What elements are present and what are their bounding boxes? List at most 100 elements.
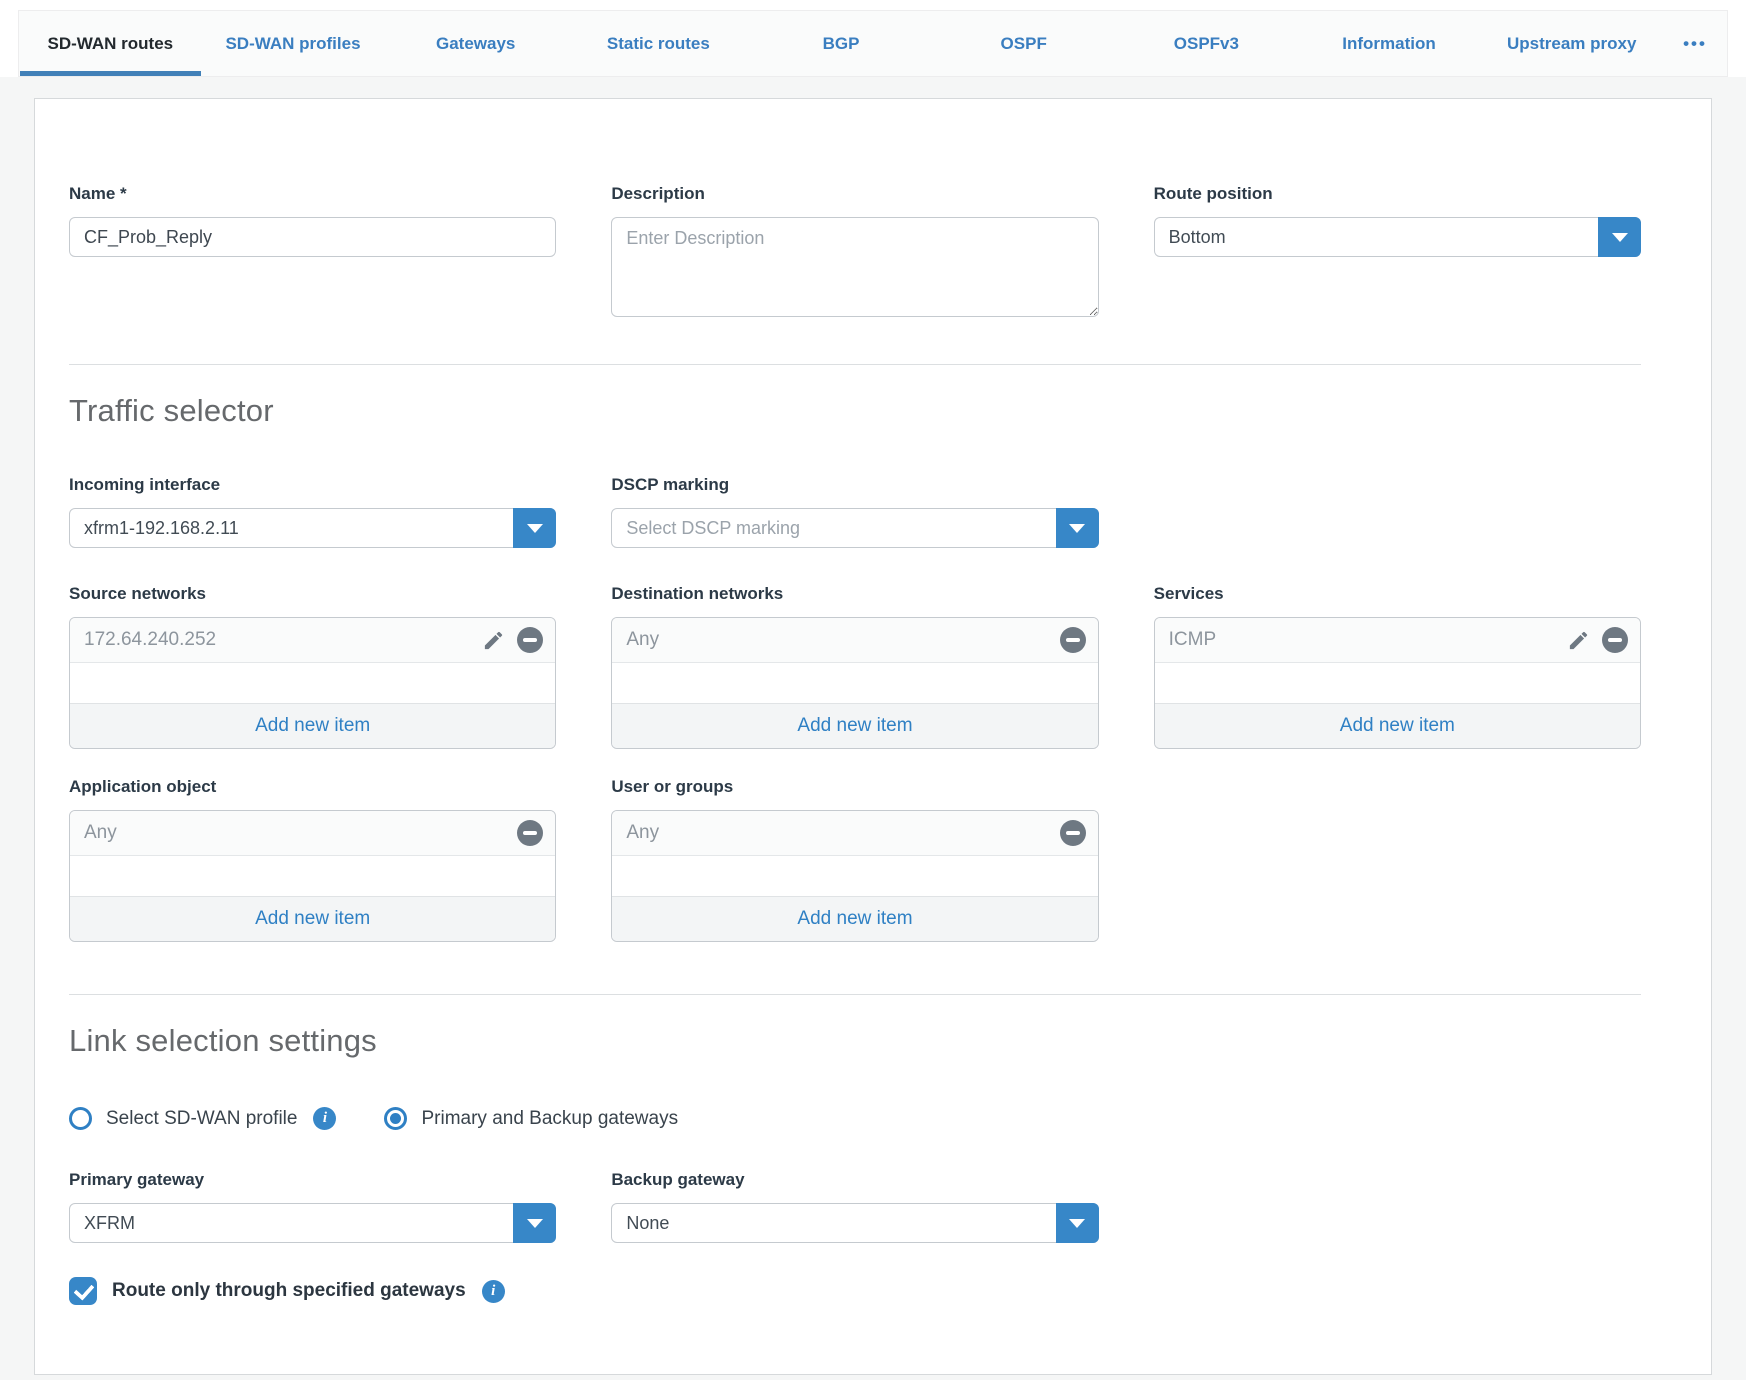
dscp-marking-select[interactable]: Select DSCP marking bbox=[611, 508, 1098, 548]
services-listbox: ICMP Add new item bbox=[1154, 617, 1641, 749]
chevron-down-icon[interactable] bbox=[513, 508, 556, 548]
list-item: ICMP bbox=[1155, 618, 1640, 663]
incoming-interface-select[interactable]: xfrm1-192.168.2.11 bbox=[69, 508, 556, 548]
description-textarea[interactable] bbox=[611, 217, 1098, 317]
user-or-groups-listbox: Any Add new item bbox=[611, 810, 1098, 942]
backup-gateway-value: None bbox=[626, 1213, 669, 1234]
basic-fields-row: Name * Description Route position Bottom bbox=[69, 184, 1641, 317]
radio-option-sdwan-profile[interactable]: Select SD-WAN profile i bbox=[69, 1107, 336, 1130]
tab-sdwan-profiles[interactable]: SD-WAN profiles bbox=[202, 11, 385, 76]
destination-networks-label: Destination networks bbox=[611, 584, 1098, 604]
tab-ospfv3[interactable]: OSPFv3 bbox=[1115, 11, 1298, 76]
section-divider bbox=[69, 994, 1641, 995]
name-input[interactable] bbox=[69, 217, 556, 257]
link-selection-heading: Link selection settings bbox=[69, 1023, 1641, 1059]
minus-circle-icon[interactable] bbox=[1060, 820, 1086, 846]
add-new-item-label: Add new item bbox=[797, 715, 912, 737]
incoming-interface-value: xfrm1-192.168.2.11 bbox=[84, 518, 239, 539]
backup-gateway-label: Backup gateway bbox=[611, 1170, 1098, 1190]
minus-circle-icon[interactable] bbox=[517, 820, 543, 846]
list-item-text: Any bbox=[626, 822, 659, 844]
route-position-field-group: Route position Bottom bbox=[1154, 184, 1641, 257]
tab-ospf[interactable]: OSPF bbox=[932, 11, 1115, 76]
application-object-listbox: Any Add new item bbox=[69, 810, 556, 942]
application-object-field-group: Application object Any Add new item bbox=[69, 777, 556, 942]
route-only-checkbox-row: Route only through specified gateways i bbox=[69, 1277, 1641, 1305]
tab-label: Gateways bbox=[436, 34, 515, 54]
route-position-label: Route position bbox=[1154, 184, 1641, 204]
tab-information[interactable]: Information bbox=[1298, 11, 1481, 76]
source-networks-listbox: 172.64.240.252 Add new item bbox=[69, 617, 556, 749]
services-label: Services bbox=[1154, 584, 1641, 604]
add-new-item-label: Add new item bbox=[1340, 715, 1455, 737]
dscp-marking-field-group: DSCP marking Select DSCP marking bbox=[611, 475, 1098, 548]
add-new-item-button[interactable]: Add new item bbox=[612, 896, 1097, 941]
add-new-item-label: Add new item bbox=[797, 908, 912, 930]
description-label: Description bbox=[611, 184, 1098, 204]
list-item-text: 172.64.240.252 bbox=[84, 629, 216, 651]
triangle-glyph bbox=[527, 524, 543, 533]
list-item: Any bbox=[612, 618, 1097, 663]
checkbox-checked-icon[interactable] bbox=[69, 1277, 97, 1305]
add-new-item-button[interactable]: Add new item bbox=[70, 703, 555, 748]
tab-bar: SD-WAN routes SD-WAN profiles Gateways S… bbox=[18, 10, 1728, 77]
triangle-glyph bbox=[1612, 233, 1628, 242]
radio-option-primary-backup[interactable]: Primary and Backup gateways bbox=[384, 1107, 678, 1130]
add-new-item-button[interactable]: Add new item bbox=[70, 896, 555, 941]
route-position-value: Bottom bbox=[1169, 227, 1226, 248]
name-label: Name * bbox=[69, 184, 556, 204]
services-field-group: Services ICMP Add new item bbox=[1154, 584, 1641, 749]
primary-gateway-field-group: Primary gateway XFRM bbox=[69, 1170, 556, 1243]
radio-button-icon[interactable] bbox=[69, 1107, 92, 1130]
chevron-down-icon[interactable] bbox=[513, 1203, 556, 1243]
application-users-row: Application object Any Add new item User… bbox=[69, 777, 1641, 942]
minus-circle-icon[interactable] bbox=[517, 627, 543, 653]
pencil-icon[interactable] bbox=[1567, 629, 1590, 652]
user-or-groups-label: User or groups bbox=[611, 777, 1098, 797]
interface-row: Incoming interface xfrm1-192.168.2.11 DS… bbox=[69, 475, 1641, 548]
minus-circle-icon[interactable] bbox=[1602, 627, 1628, 653]
tab-label: OSPF bbox=[1001, 34, 1047, 54]
info-icon[interactable]: i bbox=[482, 1280, 505, 1303]
primary-gateway-select[interactable]: XFRM bbox=[69, 1203, 556, 1243]
tab-label: Static routes bbox=[607, 34, 710, 54]
chevron-down-icon[interactable] bbox=[1056, 508, 1099, 548]
tab-label: SD-WAN routes bbox=[48, 34, 174, 54]
dscp-marking-placeholder: Select DSCP marking bbox=[626, 518, 800, 539]
pencil-icon[interactable] bbox=[482, 629, 505, 652]
backup-gateway-field-group: Backup gateway None bbox=[611, 1170, 1098, 1243]
triangle-glyph bbox=[1069, 524, 1085, 533]
minus-circle-icon[interactable] bbox=[1060, 627, 1086, 653]
list-item: 172.64.240.252 bbox=[70, 618, 555, 663]
tab-label: SD-WAN profiles bbox=[225, 34, 360, 54]
tab-upstream-proxy[interactable]: Upstream proxy bbox=[1480, 11, 1663, 76]
content-area: Name * Description Route position Bottom… bbox=[0, 77, 1746, 1380]
tab-sdwan-routes[interactable]: SD-WAN routes bbox=[19, 11, 202, 76]
info-icon[interactable]: i bbox=[313, 1107, 336, 1130]
networks-row: Source networks 172.64.240.252 Add new i… bbox=[69, 584, 1641, 749]
name-field-group: Name * bbox=[69, 184, 556, 257]
incoming-interface-field-group: Incoming interface xfrm1-192.168.2.11 bbox=[69, 475, 556, 548]
source-networks-label: Source networks bbox=[69, 584, 556, 604]
more-ellipsis-icon[interactable]: ••• bbox=[1663, 11, 1727, 76]
destination-networks-listbox: Any Add new item bbox=[611, 617, 1098, 749]
destination-networks-field-group: Destination networks Any Add new item bbox=[611, 584, 1098, 749]
tab-gateways[interactable]: Gateways bbox=[384, 11, 567, 76]
list-item: Any bbox=[70, 811, 555, 856]
chevron-down-icon[interactable] bbox=[1598, 217, 1641, 257]
add-new-item-button[interactable]: Add new item bbox=[612, 703, 1097, 748]
add-new-item-button[interactable]: Add new item bbox=[1155, 703, 1640, 748]
triangle-glyph bbox=[1069, 1219, 1085, 1228]
route-position-select[interactable]: Bottom bbox=[1154, 217, 1641, 257]
list-item-text: Any bbox=[626, 629, 659, 651]
description-field-group: Description bbox=[611, 184, 1098, 317]
tab-bgp[interactable]: BGP bbox=[750, 11, 933, 76]
radio-button-icon[interactable] bbox=[384, 1107, 407, 1130]
radio-label: Select SD-WAN profile bbox=[106, 1108, 297, 1130]
tab-label: BGP bbox=[823, 34, 860, 54]
tab-static-routes[interactable]: Static routes bbox=[567, 11, 750, 76]
application-object-label: Application object bbox=[69, 777, 556, 797]
route-only-checkbox-label: Route only through specified gateways bbox=[112, 1280, 466, 1302]
backup-gateway-select[interactable]: None bbox=[611, 1203, 1098, 1243]
chevron-down-icon[interactable] bbox=[1056, 1203, 1099, 1243]
